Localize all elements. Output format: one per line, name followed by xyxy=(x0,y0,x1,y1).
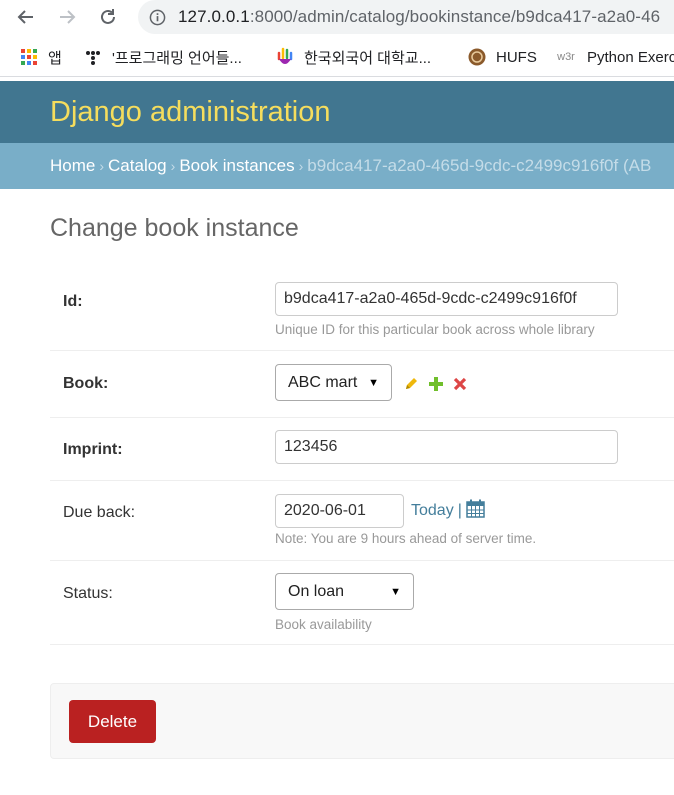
bookmark-label: 앱 xyxy=(48,49,62,67)
w3r-logo-icon: w3r xyxy=(557,51,575,63)
status-select-value: On loan xyxy=(288,582,345,600)
book-select-value: ABC mart xyxy=(288,373,358,391)
apps-grid-icon xyxy=(20,48,38,66)
breadcrumb-separator: › xyxy=(99,158,105,174)
status-label: Status: xyxy=(63,585,113,602)
id-label: Id: xyxy=(63,293,83,310)
delete-x-icon[interactable] xyxy=(453,377,467,396)
bookmark-hufs[interactable]: HUFS xyxy=(468,46,537,68)
bookmark-label: Python Exerc xyxy=(587,48,674,66)
bookmark-python[interactable]: w3r Python Exerc xyxy=(555,46,674,68)
breadcrumb-separator: › xyxy=(170,158,176,174)
book-select[interactable]: ABC mart ▼ xyxy=(275,364,392,401)
imprint-input[interactable]: 123456 xyxy=(275,430,618,464)
id-help-text: Unique ID for this particular book acros… xyxy=(275,322,595,337)
status-select[interactable]: On loan ▼ xyxy=(275,573,414,610)
dropdown-arrow-icon: ▼ xyxy=(368,376,379,389)
bookmark-dots-icon xyxy=(84,48,102,66)
bookmark-label: '프로그래밍 언어들... xyxy=(112,49,242,67)
shortcut-separator: | xyxy=(457,502,462,519)
due-back-input[interactable]: 2020-06-01 xyxy=(275,494,404,528)
imprint-label: Imprint: xyxy=(63,441,123,458)
hufs-logo-icon xyxy=(468,48,486,66)
form-row-due-back: Due back: 2020-06-01 Today | Note: You a… xyxy=(50,481,674,561)
back-arrow-icon[interactable] xyxy=(14,5,38,29)
page-title: Change book instance xyxy=(50,214,299,242)
form-row-id: Id: b9dca417-a2a0-465d-9cdc-c2499c916f0f… xyxy=(50,268,674,351)
form-row-book: Book: ABC mart ▼ xyxy=(50,351,674,418)
due-back-label: Due back: xyxy=(63,504,136,521)
forward-arrow-icon[interactable] xyxy=(55,5,79,29)
id-input[interactable]: b9dca417-a2a0-465d-9cdc-c2499c916f0f xyxy=(275,282,618,316)
bookmark-programming[interactable]: '프로그래밍 언어들... xyxy=(84,46,242,68)
form-row-status: Status: On loan ▼ Book availability xyxy=(50,561,674,645)
edit-pencil-icon[interactable] xyxy=(404,376,419,396)
delete-button[interactable]: Delete xyxy=(69,700,156,743)
breadcrumb-current: b9dca417-a2a0-465d-9cdc-c2499c916f0f (AB xyxy=(307,156,652,175)
reload-icon[interactable] xyxy=(96,5,120,29)
book-label: Book: xyxy=(63,375,109,392)
bookmark-apps[interactable]: 앱 xyxy=(20,46,62,68)
hand-logo-icon xyxy=(276,47,294,66)
url-text: 127.0.0.1:8000/admin/catalog/bookinstanc… xyxy=(178,7,660,27)
site-brand[interactable]: Django administration xyxy=(50,96,330,129)
dropdown-arrow-icon: ▼ xyxy=(390,585,401,598)
today-link[interactable]: Today xyxy=(411,502,454,520)
site-header: Django administration xyxy=(0,81,674,143)
bookmarks-bar: 앱 '프로그래밍 언어들... 한국외국어 대학교... HUFS w3r Py… xyxy=(0,38,674,77)
form-row-imprint: Imprint: 123456 xyxy=(50,418,674,481)
bookmark-label: HUFS xyxy=(496,48,537,66)
submit-row: Delete xyxy=(50,683,674,759)
address-bar[interactable]: 127.0.0.1:8000/admin/catalog/bookinstanc… xyxy=(138,0,674,34)
status-help-text: Book availability xyxy=(275,617,372,632)
add-plus-icon[interactable] xyxy=(429,376,443,396)
info-icon[interactable] xyxy=(148,8,166,26)
breadcrumb-book-instances[interactable]: Book instances xyxy=(179,156,294,175)
timezone-note: Note: You are 9 hours ahead of server ti… xyxy=(275,531,537,546)
breadcrumb: Home › Catalog › Book instances › b9dca417-a2a… xyxy=(0,143,674,189)
browser-toolbar: 127.0.0.1:8000/admin/catalog/bookinstanc… xyxy=(0,0,674,34)
breadcrumb-catalog[interactable]: Catalog xyxy=(108,156,167,175)
bookmark-hufs-univ[interactable]: 한국외국어 대학교... xyxy=(276,46,431,68)
calendar-icon[interactable] xyxy=(466,499,485,523)
breadcrumb-home[interactable]: Home xyxy=(50,156,95,175)
breadcrumb-separator: › xyxy=(298,158,304,174)
url-path: :8000/admin/catalog/bookinstance/b9dca41… xyxy=(249,7,661,26)
url-host: 127.0.0.1 xyxy=(178,7,250,26)
bookmark-label: 한국외국어 대학교... xyxy=(304,49,432,67)
